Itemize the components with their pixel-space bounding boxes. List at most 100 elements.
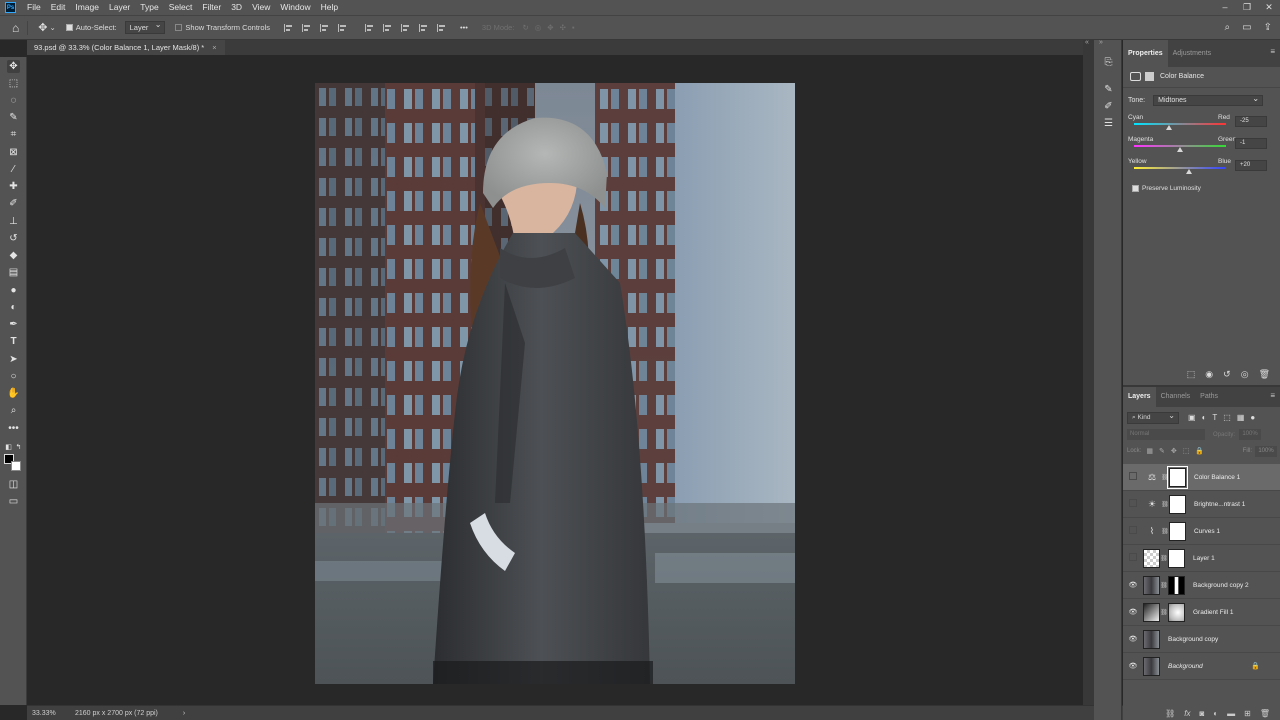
new-layer-icon[interactable]: ⊞ — [1244, 709, 1251, 718]
pen-tool-icon[interactable]: ✒ — [7, 318, 20, 331]
close-window-button[interactable]: ✕ — [1258, 2, 1280, 13]
clone-stamp-tool-icon[interactable]: ⊥ — [7, 215, 20, 228]
tab-properties[interactable]: Properties — [1123, 40, 1168, 67]
layer-row-curves[interactable]: ⌇ ⛓ Curves 1 — [1123, 518, 1280, 545]
filter-adjustment-icon[interactable]: ◐ — [1202, 413, 1207, 422]
eyedropper-tool-icon[interactable]: ⁄ — [7, 163, 20, 176]
transform-controls-checkbox[interactable] — [175, 24, 183, 31]
mask-link-icon[interactable]: ⛓ — [1160, 555, 1168, 562]
preserve-luminosity-checkbox[interactable] — [1132, 185, 1139, 192]
close-tab-icon[interactable]: × — [212, 43, 216, 52]
quick-mask-icon[interactable]: ◫ — [7, 478, 20, 491]
share-icon[interactable]: ⇪ — [1264, 22, 1272, 33]
eye-icon[interactable]: 👁 — [1123, 635, 1143, 643]
lock-transparent-icon[interactable]: ▦ — [1146, 447, 1153, 455]
layer-name[interactable]: Gradient Fill 1 — [1193, 609, 1233, 616]
filter-smart-object-icon[interactable]: ▦ — [1237, 413, 1245, 422]
blend-mode-dropdown[interactable]: Normal — [1127, 429, 1205, 440]
crop-tool-icon[interactable]: ⌗ — [7, 128, 20, 141]
menu-window[interactable]: Window — [275, 0, 315, 15]
menu-select[interactable]: Select — [164, 0, 198, 15]
layer-mask-thumbnail[interactable] — [1168, 575, 1185, 595]
mask-link-icon[interactable]: ⛓ — [1160, 582, 1168, 589]
swap-colors-icon[interactable]: ↰ — [12, 440, 25, 453]
layer-name[interactable]: Background copy 2 — [1193, 582, 1249, 589]
slider-thumb[interactable] — [1176, 147, 1183, 152]
menu-help[interactable]: Help — [316, 0, 343, 15]
layer-thumbnail[interactable] — [1143, 548, 1160, 568]
collapse-left-icon[interactable]: « — [1085, 39, 1089, 46]
eraser-tool-icon[interactable]: ◆ — [7, 249, 20, 262]
layer-thumbnail[interactable] — [1143, 656, 1160, 676]
layer-thumbnail[interactable] — [1143, 602, 1160, 622]
view-previous-state-icon[interactable]: ◉ — [1205, 369, 1213, 380]
layer-mask-thumbnail[interactable] — [1169, 494, 1186, 514]
layer-style-icon[interactable]: fx — [1184, 709, 1190, 718]
layer-row-background-copy[interactable]: 👁 Background copy — [1123, 626, 1280, 653]
layer-mask-icon[interactable] — [1145, 72, 1154, 81]
auto-select-option[interactable]: Auto-Select: — [65, 23, 117, 32]
delete-layer-icon[interactable]: 🗑 — [1260, 709, 1270, 718]
add-mask-icon[interactable]: ◙ — [1199, 709, 1204, 718]
edit-toolbar-icon[interactable]: ••• — [7, 422, 20, 435]
auto-select-target-dropdown[interactable]: Layer — [124, 20, 166, 34]
path-selection-tool-icon[interactable]: ➤ — [7, 353, 20, 366]
zoom-tool-icon[interactable]: ⌕ — [7, 404, 20, 417]
mask-link-icon[interactable]: ⛓ — [1161, 474, 1169, 481]
lock-artboard-icon[interactable]: ⬚ — [1183, 447, 1190, 455]
quick-selection-tool-icon[interactable]: ✎ — [7, 111, 20, 124]
collapse-right-icon[interactable]: » — [1099, 39, 1103, 46]
shape-tool-icon[interactable]: ○ — [7, 370, 20, 383]
menu-image[interactable]: Image — [70, 0, 104, 15]
align-distribute-icon[interactable] — [338, 23, 347, 32]
canvas-area[interactable] — [27, 55, 1083, 705]
align-center-horizontal-icon[interactable] — [302, 23, 311, 32]
healing-brush-tool-icon[interactable]: ✚ — [7, 180, 20, 193]
distribute-spacing-icon[interactable] — [437, 23, 446, 32]
visibility-toggle[interactable] — [1123, 499, 1143, 509]
toggle-visibility-icon[interactable]: ◎ — [1241, 369, 1249, 380]
panel-menu-icon[interactable]: ≡ — [1270, 47, 1275, 56]
hand-tool-icon[interactable]: ✋ — [7, 387, 20, 400]
clip-to-layer-icon[interactable]: ⬚ — [1187, 369, 1196, 380]
brush-tool-icon[interactable]: ✐ — [7, 197, 20, 210]
slider-track[interactable] — [1134, 167, 1226, 169]
slider-value-field[interactable]: +20 — [1235, 160, 1267, 171]
distribute-middle-icon[interactable] — [383, 23, 392, 32]
visibility-toggle[interactable] — [1123, 553, 1143, 563]
slider-track[interactable] — [1134, 123, 1226, 125]
3d-pan-icon[interactable]: ✥ — [547, 23, 553, 32]
link-layers-icon[interactable]: ⛓ — [1165, 709, 1175, 718]
auto-select-checkbox[interactable] — [65, 24, 73, 31]
layer-name[interactable]: Background — [1168, 663, 1203, 670]
layer-row-gradient-fill[interactable]: 👁 ⛓ Gradient Fill 1 — [1123, 599, 1280, 626]
tool-preset-chevron-icon[interactable]: ⌄ — [49, 23, 55, 32]
opacity-field[interactable]: 100% — [1239, 429, 1262, 440]
dodge-tool-icon[interactable]: ◐ — [7, 301, 20, 314]
eye-icon[interactable]: 👁 — [1123, 581, 1143, 589]
layer-mask-thumbnail[interactable] — [1169, 521, 1186, 541]
3d-scale-icon[interactable]: ▪ — [572, 23, 575, 32]
history-panel-icon[interactable]: ⎘ — [1102, 56, 1115, 69]
menu-layer[interactable]: Layer — [104, 0, 135, 15]
lock-all-icon[interactable]: 🔒 — [1195, 447, 1204, 455]
filter-pixel-icon[interactable]: ▣ — [1188, 413, 1196, 422]
background-color-swatch[interactable] — [11, 461, 21, 471]
history-brush-tool-icon[interactable]: ↺ — [7, 232, 20, 245]
eye-icon[interactable]: 👁 — [1123, 608, 1143, 616]
lock-pixels-icon[interactable]: ✎ — [1159, 447, 1165, 455]
layer-row-background-copy-2[interactable]: 👁 ⛓ Background copy 2 — [1123, 572, 1280, 599]
visibility-toggle[interactable] — [1123, 472, 1143, 482]
filter-shape-icon[interactable]: ⬚ — [1223, 413, 1231, 422]
screen-mode-icon[interactable]: ▭ — [7, 495, 20, 508]
adjustments-panel-icon[interactable]: ☰ — [1102, 117, 1115, 130]
workspace-icon[interactable]: ▭ — [1242, 22, 1251, 33]
new-group-icon[interactable]: ▬ — [1227, 709, 1235, 718]
menu-view[interactable]: View — [247, 0, 275, 15]
document-tab[interactable]: 93.psd @ 33.3% (Color Balance 1, Layer M… — [27, 40, 225, 55]
move-tool-icon[interactable]: ✥ — [38, 21, 47, 34]
paths-panel-icon[interactable]: ✐ — [1102, 100, 1115, 113]
menu-filter[interactable]: Filter — [197, 0, 226, 15]
visibility-toggle[interactable] — [1123, 526, 1143, 536]
slider-value-field[interactable]: -1 — [1235, 138, 1267, 149]
